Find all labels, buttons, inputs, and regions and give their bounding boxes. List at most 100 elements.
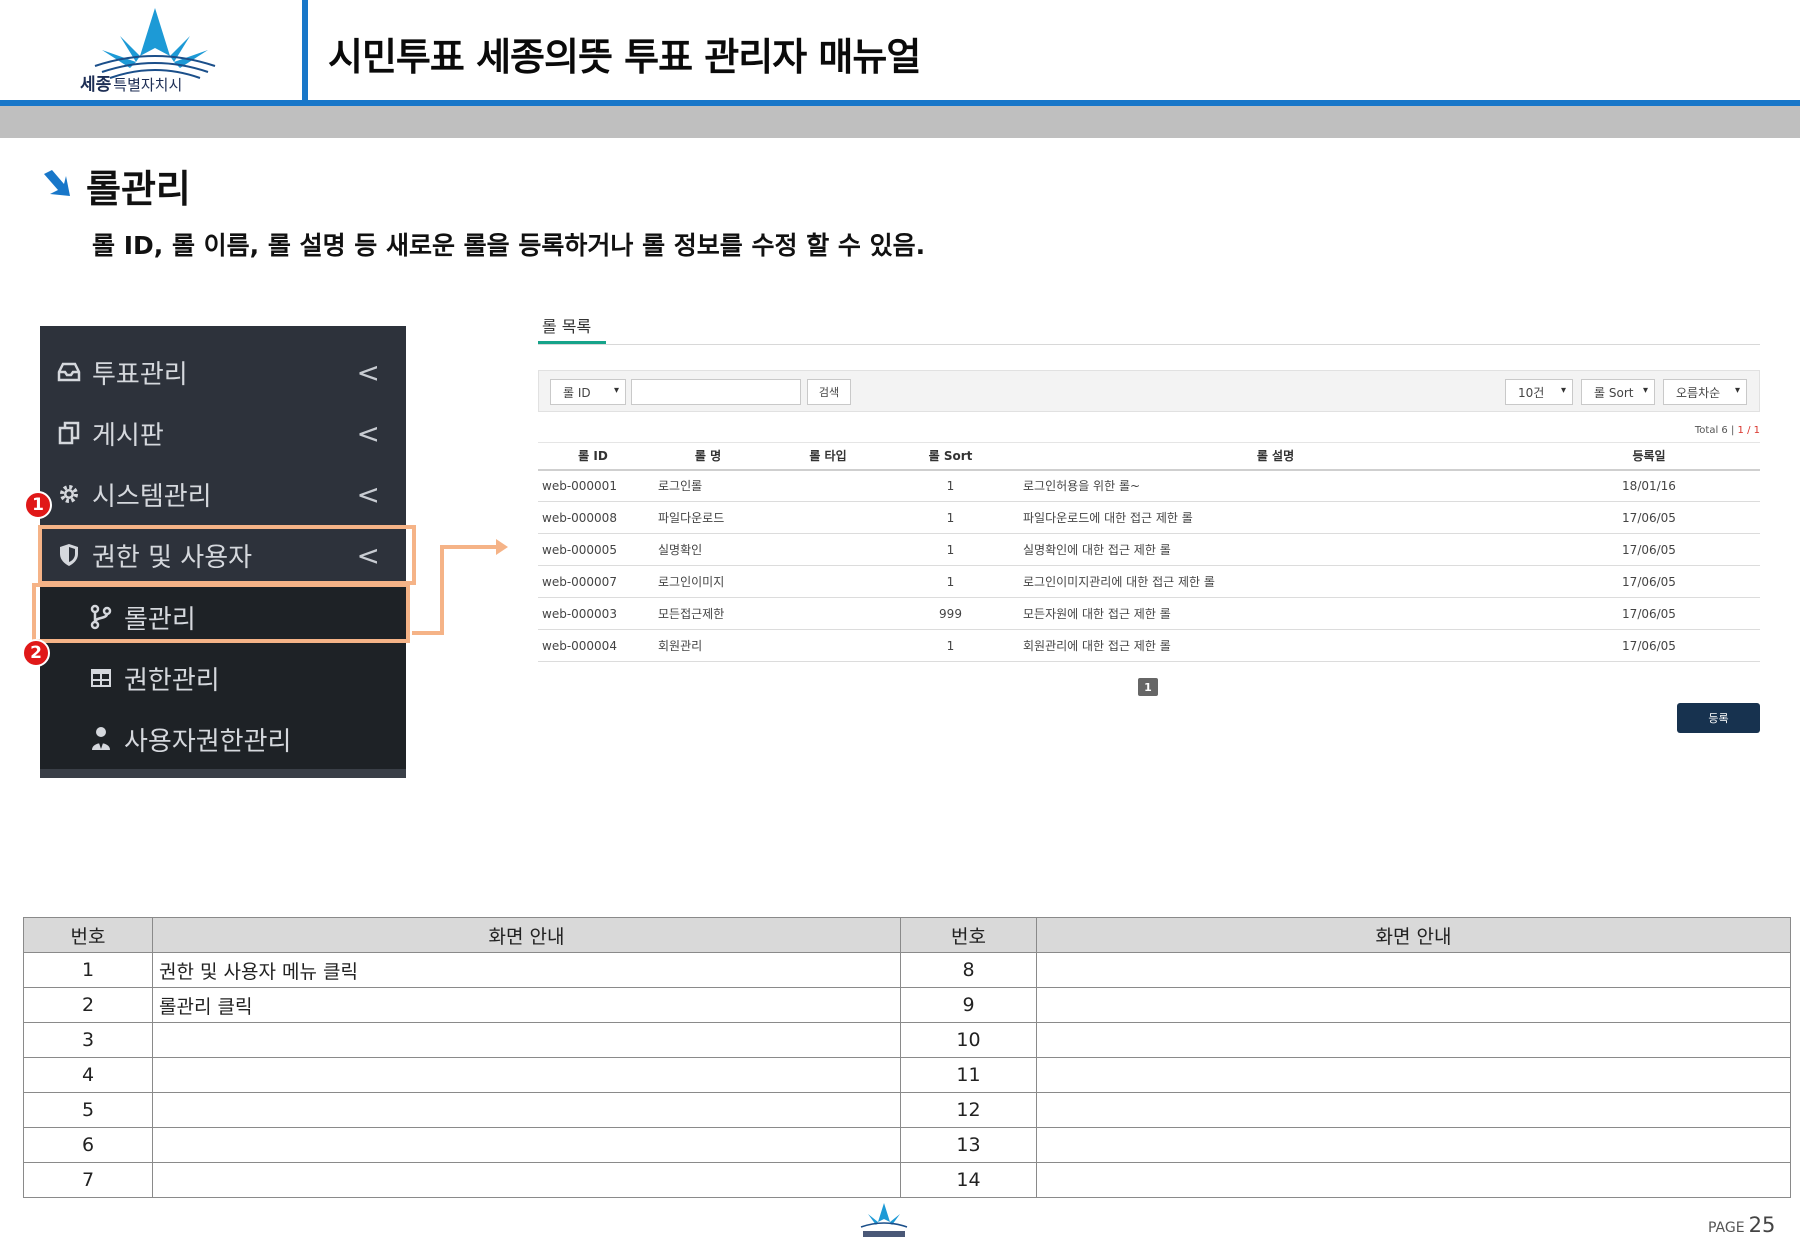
register-button[interactable]: 등록 [1677, 703, 1760, 733]
table-row[interactable]: web-000003 모든접근제한 999 모든자원에 대한 접근 제한 롤 17/06… [538, 597, 1760, 630]
table-cell: 실명확인에 대한 접근 제한 롤 [1013, 533, 1538, 566]
table-cell: 로그인롤 [648, 469, 768, 502]
user-tie-icon [86, 724, 116, 754]
guide-cell: 9 [900, 987, 1037, 1023]
tab-divider [538, 344, 1760, 345]
table-cell: 1 [888, 469, 1013, 502]
sort-select[interactable]: 롤 Sort [1581, 379, 1655, 405]
column-header: 롤 Sort [888, 442, 1013, 471]
table-cell: web-000007 [538, 565, 648, 598]
guide-cell: 1 [23, 952, 153, 988]
sidebar-item-label: 사용자권한관리 [124, 726, 292, 757]
table-cell: 1 [888, 501, 1013, 534]
column-header: 롤 설명 [1013, 442, 1538, 471]
guide-cell: 3 [23, 1022, 153, 1058]
table-row[interactable]: web-000008 파일다운로드 1 파일다운로드에 대한 접근 제한 롤 17/06… [538, 501, 1760, 534]
guide-row: 4 11 [23, 1057, 1791, 1093]
guide-row: 6 13 [23, 1127, 1791, 1163]
sidebar-item-authority-management[interactable]: 권한관리 [40, 648, 406, 708]
chevron-left-icon: < [356, 478, 380, 511]
guide-cell [152, 1127, 901, 1163]
table-cell: web-000008 [538, 501, 648, 534]
table-cell: 1 [888, 629, 1013, 662]
step-badge-2: 2 [22, 639, 50, 667]
copy-icon [54, 418, 84, 448]
table-cell: web-000005 [538, 533, 648, 566]
table-row[interactable]: web-000001 로그인롤 1 로그인허용을 위한 롤~ 18/01/16 [538, 469, 1760, 502]
highlight-box-1 [38, 525, 416, 585]
guide-cell [1036, 1162, 1791, 1198]
table-row[interactable]: web-000005 실명확인 1 실명확인에 대한 접근 제한 롤 17/06/05 [538, 533, 1760, 566]
guide-cell [152, 1092, 901, 1128]
search-button[interactable]: 검색 [807, 379, 851, 405]
guide-table: 번호 화면 안내 번호 화면 안내 1 권한 및 사용자 메뉴 클릭 8 2 롤관리 클… [23, 917, 1791, 1198]
table-cell: web-000003 [538, 597, 648, 630]
sidebar-item-label: 게시판 [92, 420, 164, 451]
section-title: 롤관리 [86, 167, 191, 211]
table-row[interactable]: web-000004 회원관리 1 회원관리에 대한 접근 제한 롤 17/06/05 [538, 629, 1760, 662]
guide-cell: 8 [900, 952, 1037, 988]
gear-icon [54, 479, 84, 509]
guide-row: 7 14 [23, 1162, 1791, 1198]
chevron-left-icon: < [356, 356, 380, 389]
column-header: 화면 안내 [152, 917, 901, 953]
table-cell: 17/06/05 [1538, 597, 1760, 630]
table-row[interactable]: web-000007 로그인이미지 1 로그인이미지관리에 대한 접근 제한 롤 17/… [538, 565, 1760, 598]
guide-cell: 롤관리 클릭 [152, 987, 901, 1023]
guide-cell: 7 [23, 1162, 153, 1198]
sidebar-item-board[interactable]: 게시판 < [40, 403, 406, 463]
guide-cell: 권한 및 사용자 메뉴 클릭 [152, 952, 901, 988]
guide-cell: 5 [23, 1092, 153, 1128]
guide-cell: 14 [900, 1162, 1037, 1198]
column-header: 화면 안내 [1036, 917, 1791, 953]
table-cell: web-000001 [538, 469, 648, 502]
sidebar-item-user-authority-management[interactable]: 사용자권한관리 [40, 709, 406, 769]
search-input[interactable] [631, 379, 801, 405]
table-cell [768, 565, 888, 598]
table-cell [768, 629, 888, 662]
logo-text: 세종 특별자치시 [80, 75, 183, 95]
column-header: 번호 [900, 917, 1037, 953]
guide-cell: 13 [900, 1127, 1037, 1163]
table-cell: 999 [888, 597, 1013, 630]
sidebar-item-system[interactable]: 시스템관리 < [40, 464, 406, 524]
table-cell: 모든자원에 대한 접근 제한 롤 [1013, 597, 1538, 630]
guide-cell [1036, 987, 1791, 1023]
table-cell: 파일다운로드 [648, 501, 768, 534]
step-badge-1: 1 [24, 491, 52, 519]
guide-cell [1036, 1092, 1791, 1128]
table-cell: 파일다운로드에 대한 접근 제한 롤 [1013, 501, 1538, 534]
order-select[interactable]: 오름차순 [1663, 379, 1747, 405]
guide-cell: 12 [900, 1092, 1037, 1128]
search-field-select[interactable]: 롤 ID [550, 379, 626, 405]
table-cell [768, 597, 888, 630]
guide-cell [1036, 1057, 1791, 1093]
total-count: Total 6 | 1 / 1 [1694, 425, 1760, 436]
footer-logo [860, 1203, 908, 1237]
sidebar-item-vote[interactable]: 투표관리 < [40, 342, 406, 402]
header-separator [302, 0, 308, 102]
column-header: 롤 명 [648, 442, 768, 471]
table-cell: 17/06/05 [1538, 629, 1760, 662]
table-cell: 실명확인 [648, 533, 768, 566]
arrow-icon [44, 170, 70, 196]
table-header-row: 롤 ID 롤 명 롤 타입 롤 Sort 롤 설명 등록일 [538, 442, 1760, 471]
guide-row: 5 12 [23, 1092, 1791, 1128]
pagination-page[interactable]: 1 [1138, 678, 1158, 696]
guide-cell: 4 [23, 1057, 153, 1093]
table-cell [768, 469, 888, 502]
guide-cell [1036, 1022, 1791, 1058]
guide-cell [1036, 952, 1791, 988]
table-icon [86, 663, 116, 693]
table-cell: 로그인허용을 위한 롤~ [1013, 469, 1538, 502]
column-header: 번호 [23, 917, 153, 953]
pointer-arrow [412, 539, 508, 635]
guide-row: 2 롤관리 클릭 9 [23, 987, 1791, 1023]
table-cell: web-000004 [538, 629, 648, 662]
table-cell: 모든접근제한 [648, 597, 768, 630]
guide-cell [152, 1162, 901, 1198]
guide-cell [1036, 1127, 1791, 1163]
tab-role-list[interactable]: 롤 목록 [542, 313, 591, 337]
column-header: 롤 ID [538, 442, 648, 471]
page-size-select[interactable]: 10건 [1505, 379, 1573, 405]
